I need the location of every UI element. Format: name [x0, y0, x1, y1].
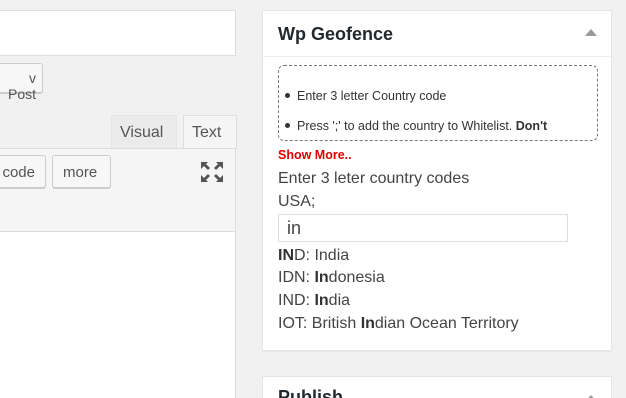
suggestion-text: dian Ocean Territory — [374, 315, 519, 332]
selected-country-codes: USA; — [278, 193, 316, 210]
suggestion-item[interactable]: IOT: British Indian Ocean Territory — [278, 315, 519, 333]
code-button[interactable]: code — [0, 155, 46, 188]
bullet-icon — [285, 93, 290, 99]
suggestion-item[interactable]: IDN: Indonesia — [278, 269, 385, 287]
suggestion-match: In — [314, 292, 329, 309]
suggestion-text: donesia — [328, 269, 385, 286]
more-button[interactable]: more — [52, 155, 111, 188]
geofence-header[interactable]: Wp Geofence — [263, 11, 611, 57]
suggestion-text: D: India — [294, 247, 350, 264]
publish-panel: Publish — [262, 376, 612, 398]
tab-text[interactable]: Text — [183, 115, 237, 149]
geofence-title: Wp Geofence — [278, 24, 394, 44]
collapse-arrow-icon[interactable] — [585, 29, 597, 36]
instruction-item: Press ';' to add the country to Whitelis… — [285, 119, 547, 133]
suggestion-text: dia — [328, 292, 351, 309]
suggestion-text: IOT: British — [278, 315, 361, 332]
show-more-link[interactable]: Show More.. — [278, 148, 352, 162]
suggestion-item[interactable]: IND: India — [278, 247, 349, 265]
suggestion-item[interactable]: IND: India — [278, 292, 350, 310]
country-code-input[interactable] — [278, 214, 568, 242]
publish-title: Publish — [278, 387, 344, 398]
geofence-panel: Wp Geofence Enter 3 letter Country code … — [262, 10, 612, 351]
country-codes-label: Enter 3 leter country codes — [278, 170, 470, 187]
post-title-input[interactable] — [0, 10, 236, 56]
tab-visual[interactable]: Visual — [111, 115, 177, 149]
bullet-icon — [285, 123, 290, 129]
suggestion-match: IN — [278, 247, 294, 264]
suggestion-match: In — [360, 315, 375, 332]
fullscreen-icon[interactable] — [200, 161, 224, 183]
instructions-box: Enter 3 letter Country code Press ';' to… — [278, 65, 598, 141]
view-post-button[interactable]: v Post — [0, 63, 43, 102]
suggestion-text: IND: — [278, 292, 315, 309]
suggestion-match: In — [314, 269, 329, 286]
editor-content-area[interactable] — [0, 231, 236, 398]
instruction-item: Enter 3 letter Country code — [285, 89, 446, 103]
suggestion-text: IDN: — [278, 269, 315, 286]
